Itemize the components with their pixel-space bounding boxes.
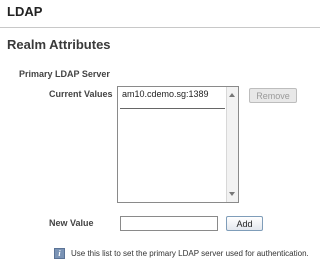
help-text: Use this list to set the primary LDAP se… [71,249,309,258]
page-title: LDAP [7,4,43,19]
remove-button[interactable]: Remove [249,88,297,103]
list-separator [120,108,225,109]
list-scrollbar[interactable] [226,87,238,202]
title-divider [0,27,320,28]
new-value-label: New Value [49,218,94,228]
new-value-input[interactable] [120,216,218,231]
section-title: Realm Attributes [7,37,111,52]
scroll-down-arrow-icon[interactable] [229,192,235,196]
scroll-up-arrow-icon[interactable] [229,93,235,97]
current-values-label: Current Values [49,89,113,99]
current-values-list[interactable]: am10.cdemo.sg:1389 [117,86,239,203]
subsection-title: Primary LDAP Server [19,69,110,79]
list-item[interactable]: am10.cdemo.sg:1389 [122,89,209,99]
info-icon: i [54,248,65,259]
add-button[interactable]: Add [226,216,263,231]
